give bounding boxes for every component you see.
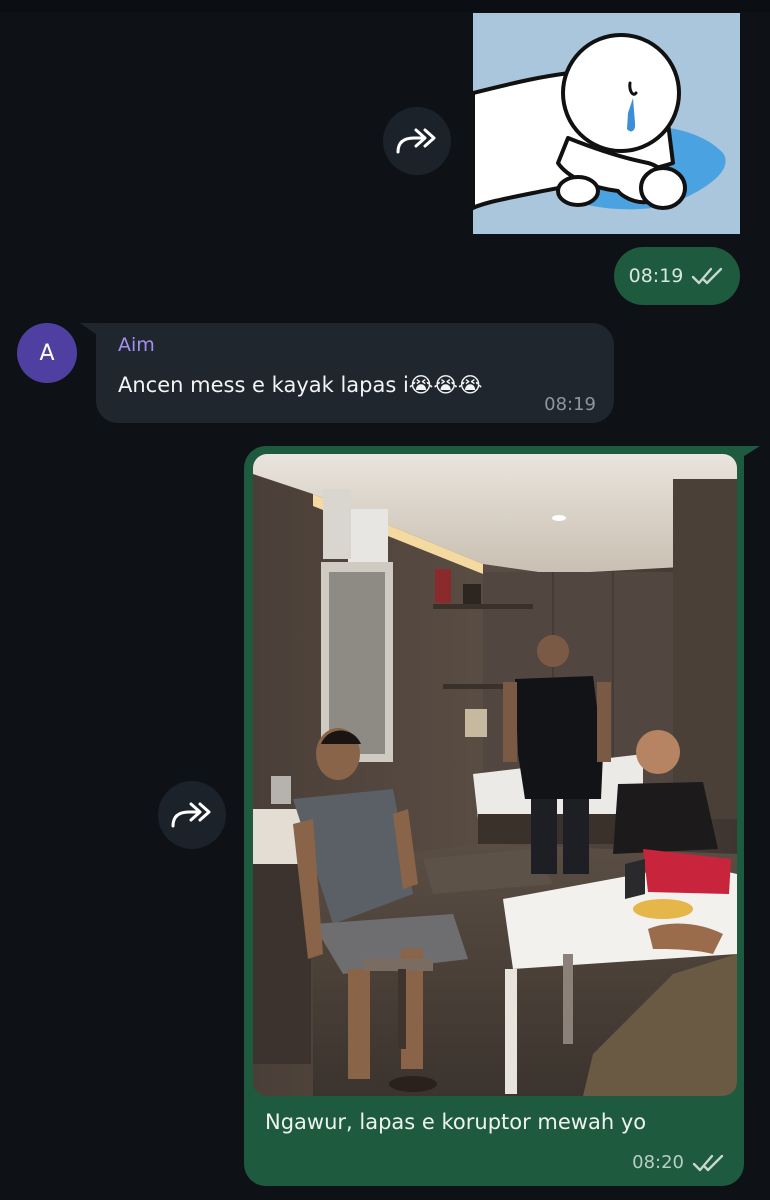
message-time: 08:20 [632,1152,684,1173]
avatar-letter: A [39,340,55,366]
message-text: Ancen mess e kayak lapas i😭😭😭 [118,373,483,397]
crying-sticker-image [473,13,740,234]
chat-view: 08:19 A Aim Ancen mess e kayak lapas i😭😭… [0,0,770,1200]
message-time: 08:19 [544,394,596,415]
top-divider [0,0,770,12]
forward-button[interactable] [383,107,451,175]
forward-icon [396,128,436,154]
avatar[interactable]: A [17,323,77,383]
double-check-icon [692,1153,726,1173]
message-time: 08:19 [628,265,684,287]
double-check-icon [691,266,725,286]
photo-attachment[interactable] [253,454,737,1096]
photo-caption: Ngawur, lapas e koruptor mewah yo [265,1110,647,1134]
message-meta: 08:20 [632,1152,726,1173]
forward-icon [171,802,211,828]
incoming-message-bubble[interactable]: Aim Ancen mess e kayak lapas i😭😭😭 08:19 [96,323,614,423]
sticker-timestamp: 08:19 [614,247,740,305]
forward-button[interactable] [158,781,226,849]
room-photo-image [253,454,737,1096]
outgoing-photo-message[interactable]: Ngawur, lapas e koruptor mewah yo 08:20 [244,446,744,1186]
sender-name[interactable]: Aim [118,334,155,356]
sticker-message[interactable] [473,13,740,234]
